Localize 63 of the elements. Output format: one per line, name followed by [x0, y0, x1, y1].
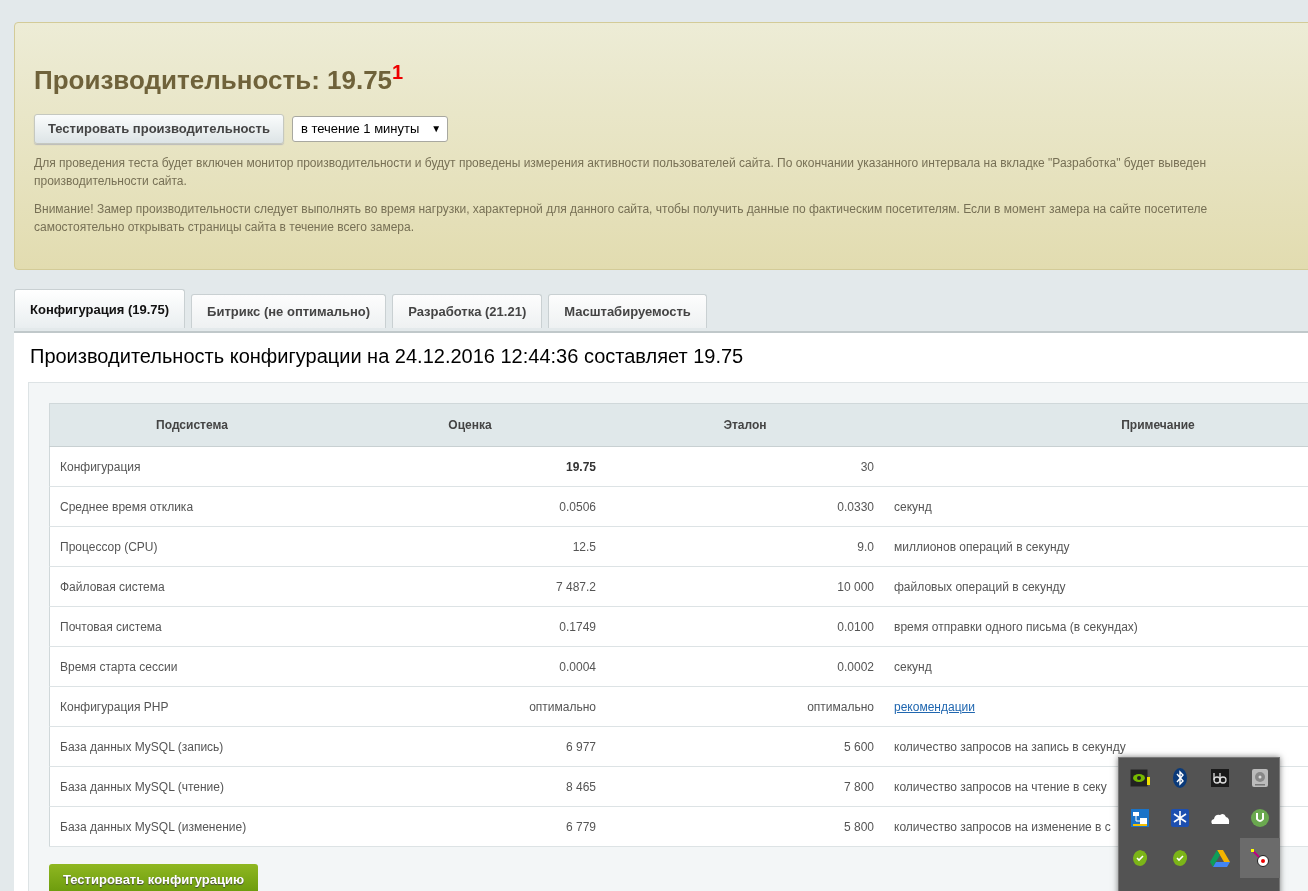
table-cell: База данных MySQL (изменение)	[49, 806, 334, 847]
dropdown-arrow: ▼	[431, 123, 442, 135]
description-text: производительности сайта.	[34, 172, 188, 190]
table-cell: 0.0330	[606, 486, 884, 527]
column-header: Примечание	[884, 403, 1308, 447]
table-cell: База данных MySQL (запись)	[49, 726, 334, 767]
table-cell: миллионов операций в секунду	[884, 526, 1308, 567]
table-cell: секунд	[884, 486, 1308, 527]
table-cell: 8 465	[334, 766, 606, 807]
table-cell: 10 000	[606, 566, 884, 607]
column-header: Эталон	[606, 403, 884, 447]
table-cell: 0.0004	[334, 646, 606, 687]
table-cell: 30	[606, 446, 884, 487]
table-cell: 5 800	[606, 806, 884, 847]
leaf-check-icon	[1132, 850, 1148, 866]
table-cell: 9.0	[606, 526, 884, 567]
hard-drive-icon	[1252, 769, 1268, 787]
table-cell: Почтовая система	[49, 606, 334, 647]
table-cell: Конфигурация	[49, 446, 334, 487]
table-cell: 7 487.2	[334, 566, 606, 607]
page-title: Производительность: 19.75$^{1}$	[34, 61, 405, 96]
table-cell: 7 800	[606, 766, 884, 807]
table-cell: 19.75	[334, 446, 606, 487]
description-text: Для проведения теста будет включен монитор производительности и будут проведены измерения активности пользователей сайта. По окончании указанного интервала на вкладке "Разработка" будет выведен	[34, 154, 1208, 172]
table-cell: Конфигурация PHP	[49, 686, 334, 727]
column-header: Оценка	[334, 403, 606, 447]
table-cell: База данных MySQL (чтение)	[49, 766, 334, 807]
graphics-card-icon	[1130, 769, 1150, 787]
leaf-check-icon	[1172, 850, 1188, 866]
description-text: Внимание! Замер производительности следует выполнять во время нагрузки, характерной для данного сайта, чтобы получить данные по фактическим посетителям. Если в момент замера на сайте посетителе	[34, 200, 1209, 218]
table-cell: 0.0506	[334, 486, 606, 527]
table-cell: 6 779	[334, 806, 606, 847]
duration-select[interactable]: в течение 1 минуты ▼	[291, 115, 449, 142]
tray-cell[interactable]	[1240, 838, 1280, 878]
table-cell: оптимально	[606, 686, 884, 727]
tab[interactable]: Битрикс (не оптимально)	[191, 294, 387, 328]
drive-icon	[1210, 849, 1230, 867]
table-cell: файловых операций в секунду	[884, 566, 1308, 607]
tab[interactable]: Конфигурация (19.75)	[14, 289, 186, 328]
table-cell: секунд	[884, 646, 1308, 687]
tab[interactable]: Разработка (21.21)	[392, 294, 543, 328]
table-cell: 0.0100	[606, 606, 884, 647]
snowflake-icon	[1171, 809, 1189, 827]
section-heading: Производительность конфигурации на 24.12.2016 12:44:36 составляет 19.75	[29, 344, 745, 369]
table-cell: 0.0002	[606, 646, 884, 687]
table-cell: Процессор (CPU)	[49, 526, 334, 567]
table-cell: Время старта сессии	[49, 646, 334, 687]
description-text: самостоятельно открывать страницы сайта в течение всего замера.	[34, 218, 416, 236]
table-cell: время отправки одного письма (в секундах)	[884, 606, 1308, 647]
column-header: Подсистема	[49, 403, 334, 447]
tab[interactable]: Масштабируемость	[548, 294, 707, 328]
table-cell: 12.5	[334, 526, 606, 567]
table-cell: 6 977	[334, 726, 606, 767]
pointer-icon	[1251, 849, 1269, 867]
test-performance-button[interactable]: Тестировать производительность	[34, 113, 284, 144]
table-cell: 5 600	[606, 726, 884, 767]
bluetooth-icon	[1173, 768, 1187, 788]
recommendations-link[interactable]: рекомендации	[894, 699, 975, 714]
table-cell: Файловая система	[49, 566, 334, 607]
cloud-icon	[1210, 812, 1230, 824]
table-cell: оптимально	[334, 686, 606, 727]
table-cell: 0.1749	[334, 606, 606, 647]
table-cell: Среднее время отклика	[49, 486, 334, 527]
